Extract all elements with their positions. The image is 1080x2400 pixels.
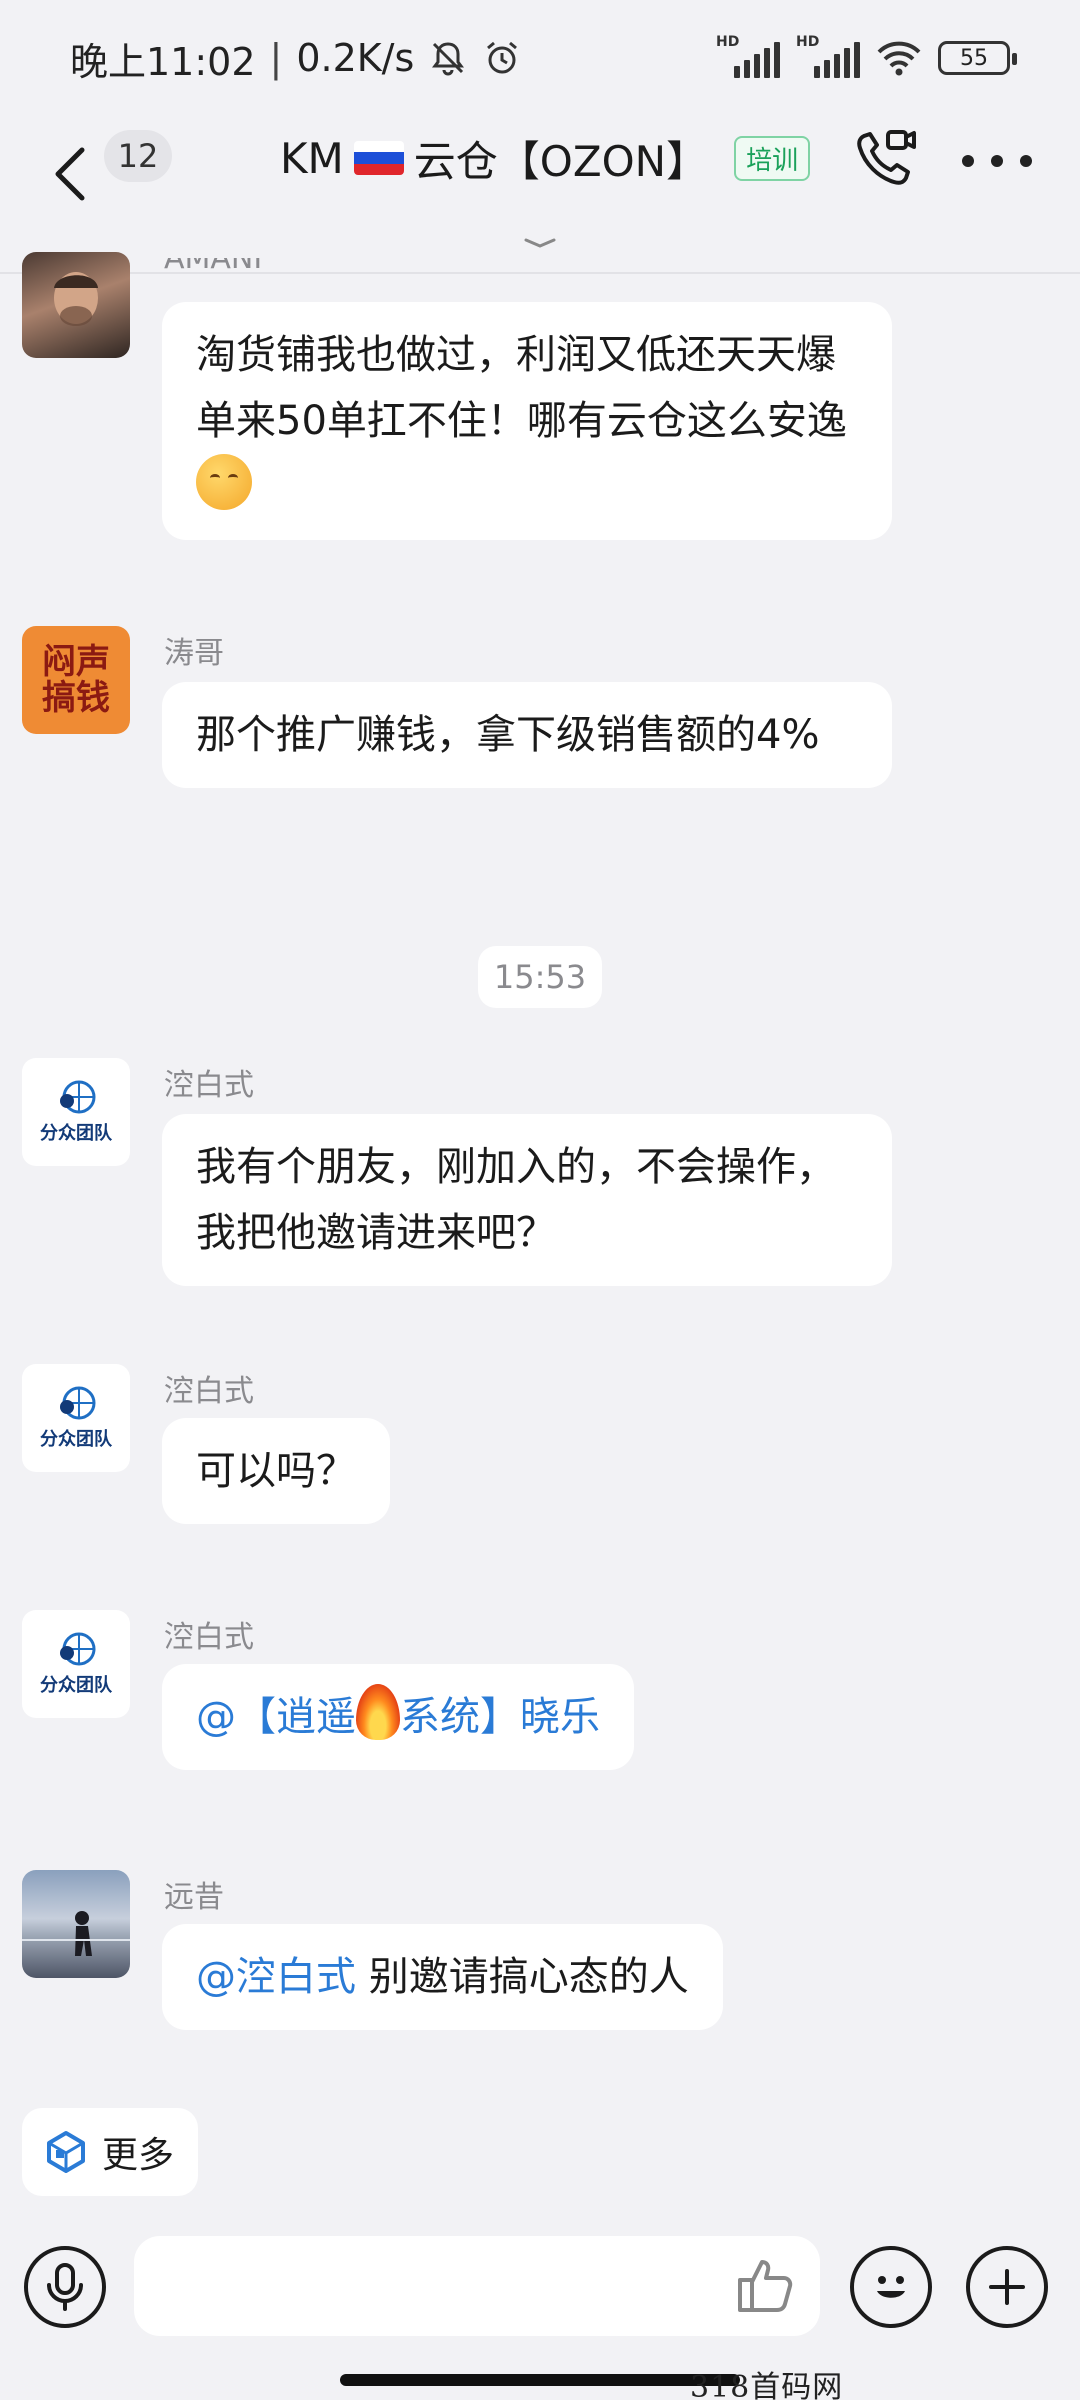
smiley-icon bbox=[877, 2276, 905, 2298]
unread-count-badge[interactable]: 12 bbox=[104, 130, 172, 182]
emoji-button[interactable] bbox=[850, 2246, 932, 2328]
avatar[interactable] bbox=[22, 1870, 130, 1978]
avatar[interactable]: 分众团队 bbox=[22, 1610, 130, 1718]
thumbs-up-icon bbox=[738, 2260, 793, 2312]
plus-button[interactable] bbox=[966, 2246, 1048, 2328]
input-bar bbox=[0, 2222, 1080, 2352]
collapse-chevron-icon[interactable] bbox=[522, 236, 558, 250]
phone-video-icon bbox=[857, 130, 916, 185]
message-bubble[interactable]: 那个推广赚钱，拿下级销售额的4% bbox=[162, 682, 892, 788]
battery-level: 55 bbox=[960, 45, 988, 71]
chat-title-prefix: KM bbox=[280, 133, 344, 183]
avatar[interactable] bbox=[22, 252, 130, 358]
message-text: 可以吗？ bbox=[196, 1448, 356, 1494]
timestamp: 15:53 bbox=[493, 958, 587, 996]
silhouette-photo-icon bbox=[22, 1911, 130, 1956]
mention-part-1: @【逍遥 bbox=[196, 1694, 356, 1740]
avatar[interactable]: 分众团队 bbox=[22, 1058, 130, 1166]
russia-flag-icon bbox=[353, 141, 404, 175]
globe-logo-icon bbox=[60, 1632, 96, 1666]
message-input[interactable] bbox=[134, 2236, 820, 2336]
message-text: 我有个朋友，刚加入的，不会操作，我把他邀请进来吧？ bbox=[196, 1144, 836, 1256]
signal-hd-1-icon: HD bbox=[716, 34, 780, 78]
message-text: 别邀请搞心态的人 bbox=[356, 1954, 689, 2000]
sender-name: 涳白式 bbox=[164, 1620, 254, 1655]
avatar-label: 分众团队 bbox=[40, 1123, 112, 1144]
signal-hd-2-icon: HD bbox=[796, 34, 860, 78]
status-separator: | bbox=[269, 36, 283, 80]
globe-logo-icon bbox=[60, 1386, 96, 1420]
avatar-label: 分众团队 bbox=[40, 1429, 112, 1450]
like-button[interactable] bbox=[732, 2252, 798, 2318]
avatar-label: 闷声搞钱 bbox=[42, 642, 110, 718]
plus-icon bbox=[989, 2269, 1025, 2305]
message-bubble[interactable]: 可以吗？ bbox=[162, 1418, 390, 1524]
message-bubble[interactable]: @【逍遥 系统】晓乐 bbox=[162, 1664, 634, 1770]
back-button[interactable] bbox=[40, 134, 100, 214]
mention-link[interactable]: @涳白式 bbox=[196, 1954, 356, 2000]
dot-icon bbox=[991, 155, 1003, 167]
group-tag: 培训 bbox=[734, 135, 811, 181]
user-photo-icon bbox=[54, 272, 98, 326]
message-bubble[interactable]: 我有个朋友，刚加入的，不会操作，我把他邀请进来吧？ bbox=[162, 1114, 892, 1286]
message-bubble[interactable]: @涳白式 别邀请搞心态的人 bbox=[162, 1924, 723, 2030]
chat-title-suffix: 云仓【OZON】 bbox=[413, 136, 709, 186]
chat-header: 12 KM 云仓【OZON】 培训 bbox=[0, 116, 1080, 240]
more-button[interactable]: 更多 bbox=[22, 2108, 198, 2196]
status-left: 晚上11:02 | 0.2K/s bbox=[70, 31, 522, 86]
mute-bell-icon bbox=[432, 42, 465, 76]
more-options-button[interactable] bbox=[962, 136, 1032, 186]
dot-icon bbox=[1020, 155, 1032, 167]
chat-title[interactable]: KM 云仓【OZON】 培训 bbox=[280, 130, 811, 186]
avatar-label: 分众团队 bbox=[40, 1675, 112, 1696]
mention-link[interactable]: @【逍遥 系统】晓乐 bbox=[196, 1684, 600, 1740]
message-text: 淘货铺我也做过，利润又低还天天爆单来50单扛不住！哪有云仓这么安逸 bbox=[196, 332, 847, 444]
sender-name: AMANI bbox=[164, 248, 263, 276]
wifi-icon bbox=[877, 41, 921, 76]
sender-name: 涳白式 bbox=[164, 1068, 254, 1103]
sender-name: 远昔 bbox=[164, 1880, 224, 1915]
mention-part-2: 系统】晓乐 bbox=[400, 1694, 600, 1740]
status-speed: 0.2K/s bbox=[296, 36, 415, 80]
microphone-icon bbox=[47, 2263, 83, 2311]
avatar[interactable]: 分众团队 bbox=[22, 1364, 130, 1472]
status-bar: 晚上11:02 | 0.2K/s HD HD 55 bbox=[0, 0, 1080, 116]
watermark: 318首码网 www.e318.com bbox=[690, 2370, 844, 2400]
more-button-label: 更多 bbox=[102, 2135, 175, 2176]
home-indicator[interactable] bbox=[340, 2374, 740, 2386]
message-bubble[interactable]: 淘货铺我也做过，利润又低还天天爆单来50单扛不住！哪有云仓这么安逸 bbox=[162, 302, 892, 540]
fire-emoji-icon bbox=[356, 1684, 400, 1740]
header-divider bbox=[0, 272, 1080, 274]
cube-logo-icon bbox=[47, 2131, 85, 2173]
globe-logo-icon bbox=[60, 1080, 96, 1114]
sender-name: 涛哥 bbox=[164, 636, 224, 671]
alarm-icon bbox=[487, 41, 518, 74]
avatar[interactable]: 闷声搞钱 bbox=[22, 626, 130, 734]
smirk-emoji-icon bbox=[196, 454, 252, 510]
voice-input-button[interactable] bbox=[24, 2246, 106, 2328]
timestamp-chip: 15:53 bbox=[478, 946, 602, 1008]
message-text: 那个推广赚钱，拿下级销售额的4% bbox=[196, 712, 820, 758]
dot-icon bbox=[962, 155, 974, 167]
unread-count: 12 bbox=[117, 137, 159, 175]
back-arrow-icon bbox=[55, 147, 85, 201]
battery-indicator: 55 bbox=[938, 41, 1017, 75]
status-right: HD HD 55 bbox=[716, 34, 1017, 78]
call-button[interactable] bbox=[850, 126, 920, 196]
status-time: 晚上11:02 bbox=[70, 39, 256, 84]
sender-name: 涳白式 bbox=[164, 1374, 254, 1409]
